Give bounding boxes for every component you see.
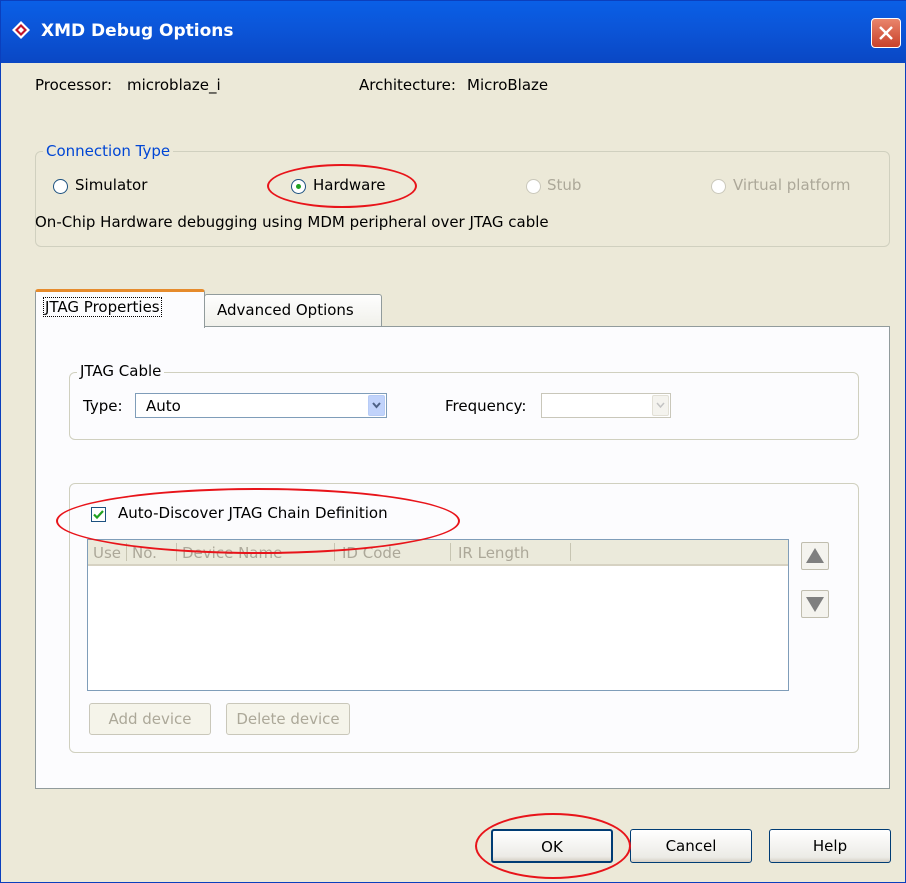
arrow-down-icon [806,597,824,612]
connection-description: On-Chip Hardware debugging using MDM per… [35,213,549,231]
column-separator[interactable] [570,543,571,561]
cable-type-value: Auto [146,397,181,415]
tab-jtag-properties[interactable]: JTAG Properties [35,289,205,328]
ok-button-highlight-annotation [475,813,631,879]
architecture-label: Architecture: [359,76,456,94]
jtag-chain-table[interactable]: Use No. Device Name ID Code IR Length [87,539,789,691]
dialog-window: XMD Debug Options Processor: microblaze_… [0,0,906,883]
processor-value: microblaze_i [127,76,221,94]
help-button[interactable]: Help [769,829,891,863]
tab-advanced-options[interactable]: Advanced Options [204,294,382,327]
jtag-cable-legend: JTAG Cable [77,362,165,380]
chevron-down-icon[interactable] [368,395,385,416]
column-header-ir-length[interactable]: IR Length [458,544,529,562]
connection-type-group [35,151,890,247]
chevron-down-icon[interactable] [652,395,669,416]
close-button[interactable] [871,18,901,48]
xilinx-logo-icon [12,21,30,39]
cancel-button[interactable]: Cancel [630,829,752,863]
close-icon [879,26,893,40]
frequency-label: Frequency: [445,397,527,415]
dialog-body: Processor: microblaze_i Architecture: Mi… [9,63,899,879]
cable-type-label: Type: [83,397,123,415]
tab-advanced-options-label: Advanced Options [217,301,354,319]
frequency-select[interactable] [541,393,671,418]
arrow-up-icon [806,548,824,563]
cable-type-select[interactable]: Auto [135,393,387,418]
hardware-highlight-annotation [267,164,417,208]
window-title: XMD Debug Options [41,21,234,41]
architecture-value: MicroBlaze [467,76,549,94]
virtual-platform-radio[interactable] [711,179,726,194]
add-device-button[interactable]: Add device [89,703,211,735]
stub-radio-label[interactable]: Stub [547,176,581,194]
tab-jtag-properties-label: JTAG Properties [43,297,162,317]
stub-radio[interactable] [526,179,541,194]
title-bar[interactable]: XMD Debug Options [1,1,906,63]
processor-label: Processor: [35,76,113,94]
connection-type-legend: Connection Type [43,142,174,160]
auto-discover-highlight-annotation [56,488,460,554]
move-up-button[interactable] [801,542,829,570]
move-down-button[interactable] [801,590,829,618]
virtual-platform-radio-label[interactable]: Virtual platform [733,176,851,194]
column-header-use[interactable]: Use [93,544,121,562]
delete-device-button[interactable]: Delete device [226,703,350,735]
simulator-radio-label[interactable]: Simulator [75,176,147,194]
column-separator[interactable] [450,543,451,561]
simulator-radio[interactable] [53,179,68,194]
